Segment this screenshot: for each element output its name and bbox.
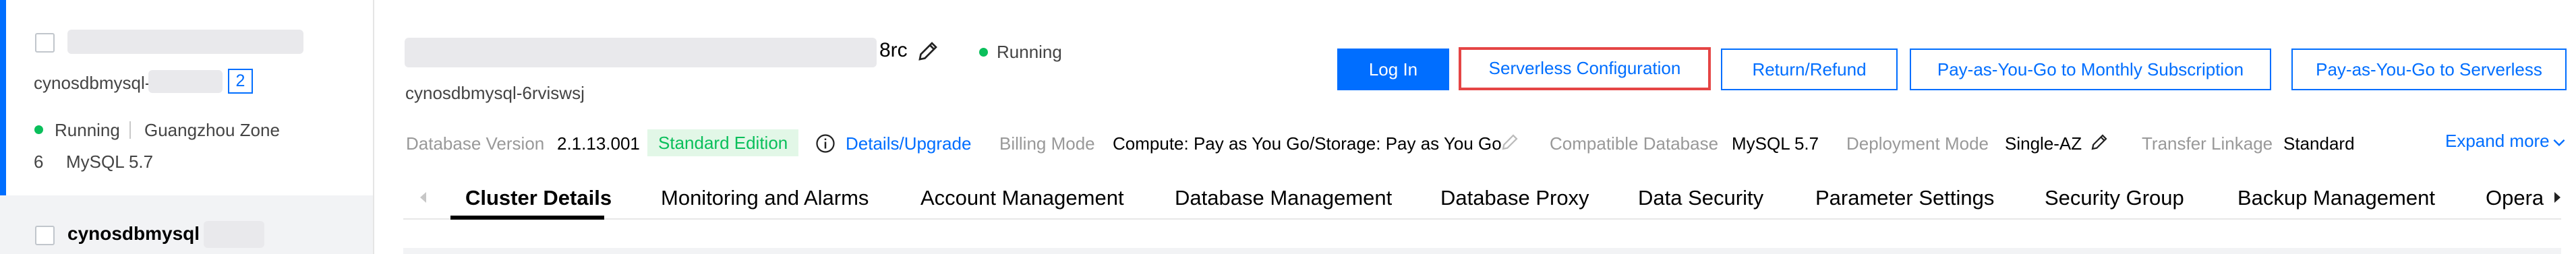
panel-divider <box>373 0 374 254</box>
tab-security-group[interactable]: Security Group <box>2045 186 2184 210</box>
cluster-name-suffix: 8rc <box>879 39 908 61</box>
serverless-switch-button[interactable]: Pay-as-You-Go to Serverless <box>2291 49 2567 90</box>
serverless-configuration-button[interactable]: Serverless Configuration <box>1459 47 1711 90</box>
info-icon <box>815 133 837 155</box>
chevron-down-icon[interactable] <box>2550 133 2569 152</box>
edit-pencil-icon[interactable] <box>916 39 940 63</box>
tab-cluster-details[interactable]: Cluster Details <box>465 186 612 210</box>
monthly-subscription-button[interactable]: Pay-as-You-Go to Monthly Subscription <box>1910 49 2271 90</box>
tab-parameter-settings[interactable]: Parameter Settings <box>1815 186 1994 210</box>
billing-mode-label: Billing Mode <box>999 133 1095 154</box>
compatible-db-value: MySQL 5.7 <box>1732 133 1819 154</box>
sidebar-zone-number: 6 <box>34 152 44 172</box>
separator <box>129 121 131 139</box>
active-tab-indicator <box>450 216 604 220</box>
billing-mode-value: Compute: Pay as You Go/Storage: Pay as Y… <box>1113 133 1502 154</box>
tab-operation-truncated[interactable]: Opera <box>2486 186 2544 210</box>
sidebar-status: Running <box>55 120 120 140</box>
edit-pencil-icon[interactable] <box>2089 132 2111 154</box>
db-version-label: Database Version <box>406 133 545 154</box>
deployment-mode-value: Single-AZ <box>2005 133 2082 154</box>
tab-backup-management[interactable]: Backup Management <box>2237 186 2435 210</box>
count-badge[interactable]: 2 <box>228 69 253 94</box>
sidebar-next-instance-id[interactable]: cynosdbmysql <box>67 223 200 245</box>
redacted-instance-id <box>204 221 264 248</box>
running-status-dot <box>979 48 988 57</box>
edit-pencil-icon[interactable] <box>1500 132 1520 152</box>
return-refund-button[interactable]: Return/Refund <box>1721 49 1898 90</box>
transfer-linkage-label: Transfer Linkage <box>2142 133 2273 154</box>
running-status-dot <box>34 125 43 134</box>
redacted-instance-name <box>67 30 303 54</box>
db-version-value: 2.1.13.001 <box>557 133 640 154</box>
expand-more-link[interactable]: Expand more <box>2445 131 2550 152</box>
cluster-status: Running <box>997 42 1062 62</box>
tab-monitoring-alarms[interactable]: Monitoring and Alarms <box>661 186 869 210</box>
sidebar-zone: Guangzhou Zone <box>144 120 280 140</box>
transfer-linkage-value: Standard <box>2283 133 2355 154</box>
redacted-cluster-name <box>405 38 877 67</box>
tab-bar-divider <box>403 218 2561 220</box>
tab-data-security[interactable]: Data Security <box>1638 186 1763 210</box>
redacted-instance-id <box>148 70 223 93</box>
sidebar-engine: MySQL 5.7 <box>66 152 154 172</box>
sidebar-item-checkbox[interactable] <box>35 33 55 53</box>
details-upgrade-link[interactable]: Details/Upgrade <box>846 133 971 154</box>
tab-database-proxy[interactable]: Database Proxy <box>1440 186 1589 210</box>
content-area <box>403 248 2561 254</box>
deployment-mode-label: Deployment Mode <box>1846 133 1989 154</box>
cluster-id: cynosdbmysql-6rviswsj <box>405 83 585 103</box>
compatible-db-label: Compatible Database <box>1550 133 1719 154</box>
sidebar-instance-id: cynosdbmysql- <box>34 73 151 93</box>
sidebar-item-checkbox[interactable] <box>35 226 55 245</box>
tab-scroll-left-icon[interactable] <box>417 190 433 206</box>
tab-scroll-right-icon[interactable] <box>2550 190 2567 206</box>
tab-account-management[interactable]: Account Management <box>920 186 1124 210</box>
edition-badge: Standard Edition <box>647 129 799 156</box>
tab-database-management[interactable]: Database Management <box>1175 186 1392 210</box>
log-in-button[interactable]: Log In <box>1337 49 1449 90</box>
